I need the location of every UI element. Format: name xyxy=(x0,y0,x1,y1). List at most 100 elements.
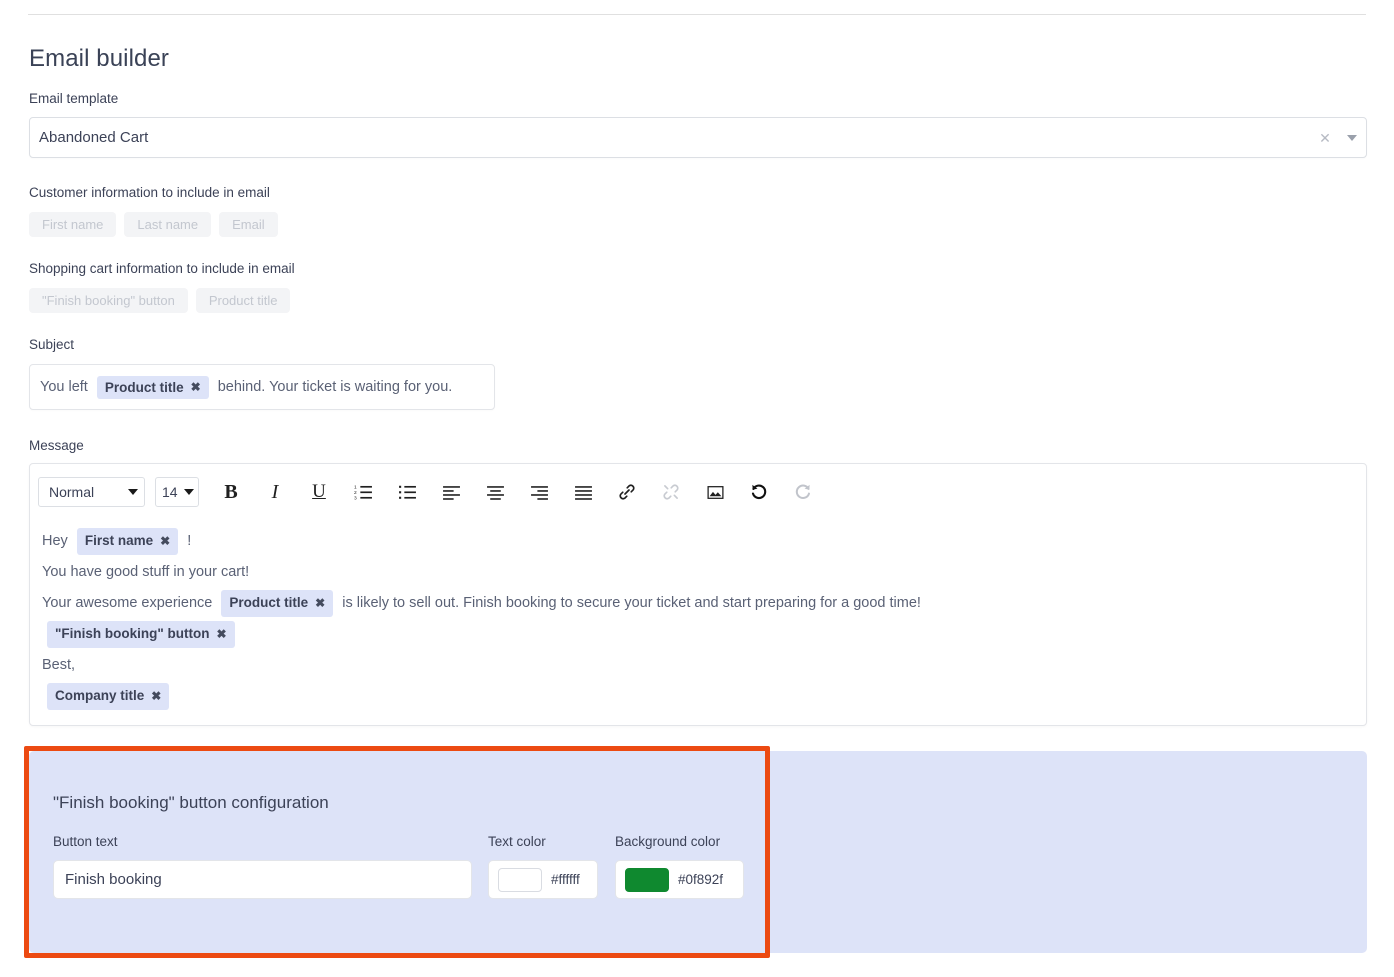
button-text-input[interactable]: Finish booking xyxy=(53,860,472,899)
close-icon[interactable]: ✖ xyxy=(217,626,227,642)
ordered-list-icon: 1 2 3 xyxy=(354,484,372,501)
font-size-value: 14 xyxy=(162,484,178,500)
align-justify-button[interactable] xyxy=(561,475,605,509)
bullet-list-icon xyxy=(398,485,416,499)
align-justify-icon xyxy=(574,485,592,500)
subject-suffix-text: behind. Your ticket is waiting for you. xyxy=(213,379,453,395)
align-right-button[interactable] xyxy=(517,475,561,509)
undo-icon xyxy=(751,484,767,500)
button-config-title: "Finish booking" button configuration xyxy=(53,793,329,812)
bold-button[interactable]: B xyxy=(209,475,253,509)
token-label: Product title xyxy=(104,379,184,395)
signoff-text: Best, xyxy=(42,656,76,673)
token-label: Company title xyxy=(55,688,145,704)
email-template-value: Abandoned Cart xyxy=(39,129,149,146)
chip-finish-booking-button: "Finish booking" button xyxy=(29,288,188,313)
token-finish-booking-button[interactable]: "Finish booking" button ✖ xyxy=(47,621,235,648)
align-left-button[interactable] xyxy=(429,475,473,509)
email-builder-page: Email builder Email template Abandoned C… xyxy=(0,0,1394,977)
align-left-icon xyxy=(442,485,460,500)
chevron-down-icon xyxy=(128,489,138,495)
cart-info-label: Shopping cart information to include in … xyxy=(29,261,295,276)
subject-token-product-title[interactable]: Product title ✖ xyxy=(96,375,209,399)
ordered-list-button[interactable]: 1 2 3 xyxy=(341,475,385,509)
close-icon[interactable]: ✖ xyxy=(151,688,161,704)
subject-input[interactable]: You left Product title ✖ behind. Your ti… xyxy=(29,364,495,410)
background-color-value: #0f892f xyxy=(678,872,724,887)
link-button[interactable] xyxy=(605,475,649,509)
editor-toolbar: Normal 14 B I U 1 2 3 xyxy=(30,464,1366,520)
email-template-label: Email template xyxy=(29,91,119,106)
redo-button[interactable] xyxy=(781,475,825,509)
font-size-select[interactable]: 14 xyxy=(155,477,199,507)
unlink-icon xyxy=(663,484,679,500)
text-color-value: #ffffff xyxy=(551,872,580,887)
token-product-title[interactable]: Product title ✖ xyxy=(221,590,334,617)
close-icon[interactable]: ✖ xyxy=(315,595,325,611)
greeting-suffix: ! xyxy=(183,532,192,549)
align-right-icon xyxy=(530,485,548,500)
chevron-down-icon xyxy=(184,489,194,495)
underline-icon: U xyxy=(312,481,326,502)
button-text-value: Finish booking xyxy=(65,871,162,888)
image-icon xyxy=(706,485,724,499)
svg-text:1: 1 xyxy=(354,484,357,490)
close-icon[interactable]: ✖ xyxy=(160,533,170,549)
block-format-select[interactable]: Normal xyxy=(38,477,145,507)
block-format-value: Normal xyxy=(49,484,95,500)
align-center-icon xyxy=(486,485,504,500)
subject-prefix-text: You left xyxy=(40,379,92,395)
line-3-prefix: Your awesome experience xyxy=(42,594,217,611)
message-editor: Normal 14 B I U 1 2 3 Hey First name ✖ !… xyxy=(29,463,1367,726)
message-label: Message xyxy=(29,438,84,453)
text-color-swatch[interactable] xyxy=(498,867,542,892)
line-3-suffix: is likely to sell out. Finish booking to… xyxy=(338,594,921,611)
undo-button[interactable] xyxy=(737,475,781,509)
text-color-label: Text color xyxy=(488,834,546,849)
message-line-2: You have good stuff in your cart! xyxy=(42,557,1354,588)
redo-icon xyxy=(795,484,810,499)
customer-info-label: Customer information to include in email xyxy=(29,185,270,200)
email-template-select[interactable]: Abandoned Cart ✕ xyxy=(29,117,1367,158)
token-first-name[interactable]: First name ✖ xyxy=(76,528,179,555)
unlink-button[interactable] xyxy=(649,475,693,509)
underline-button[interactable]: U xyxy=(297,475,341,509)
italic-icon: I xyxy=(271,480,279,503)
chip-email: Email xyxy=(219,212,278,237)
italic-button[interactable]: I xyxy=(253,475,297,509)
chevron-down-icon[interactable] xyxy=(1338,134,1366,141)
line-2-text: You have good stuff in your cart! xyxy=(42,563,250,580)
close-icon[interactable]: ✕ xyxy=(1312,131,1338,145)
cart-info-chip-row: "Finish booking" button Product title xyxy=(29,288,291,313)
message-body[interactable]: Hey First name ✖ ! You have good stuff i… xyxy=(30,520,1366,712)
message-line-greeting: Hey First name ✖ ! xyxy=(42,526,1354,557)
greeting-prefix: Hey xyxy=(42,532,72,549)
bold-icon: B xyxy=(224,480,238,503)
chip-last-name: Last name xyxy=(124,212,212,237)
message-line-company: Company title ✖ xyxy=(42,681,1354,712)
customer-info-chip-row: First name Last name Email xyxy=(29,212,278,237)
background-color-swatch[interactable] xyxy=(625,867,669,892)
top-divider xyxy=(28,14,1366,15)
chip-first-name: First name xyxy=(29,212,117,237)
subject-label: Subject xyxy=(29,337,75,352)
message-line-signoff: Best, xyxy=(42,650,1354,681)
align-center-button[interactable] xyxy=(473,475,517,509)
background-color-label: Background color xyxy=(615,834,721,849)
close-icon[interactable]: ✖ xyxy=(191,380,201,394)
message-line-4: "Finish booking" button ✖ xyxy=(42,619,1354,650)
message-line-3: Your awesome experience Product title ✖ … xyxy=(42,588,1354,619)
background-color-picker[interactable]: #0f892f xyxy=(615,860,744,899)
token-label: First name xyxy=(84,533,154,549)
svg-text:2: 2 xyxy=(354,489,357,495)
button-config-panel xyxy=(29,751,1367,953)
token-label: Product title xyxy=(229,595,309,611)
image-button[interactable] xyxy=(693,475,737,509)
token-company-title[interactable]: Company title ✖ xyxy=(47,683,170,710)
bullet-list-button[interactable] xyxy=(385,475,429,509)
button-text-label: Button text xyxy=(53,834,118,849)
token-label: "Finish booking" button xyxy=(55,626,210,642)
link-icon xyxy=(619,484,635,500)
page-title: Email builder xyxy=(29,45,170,72)
text-color-picker[interactable]: #ffffff xyxy=(488,860,598,899)
